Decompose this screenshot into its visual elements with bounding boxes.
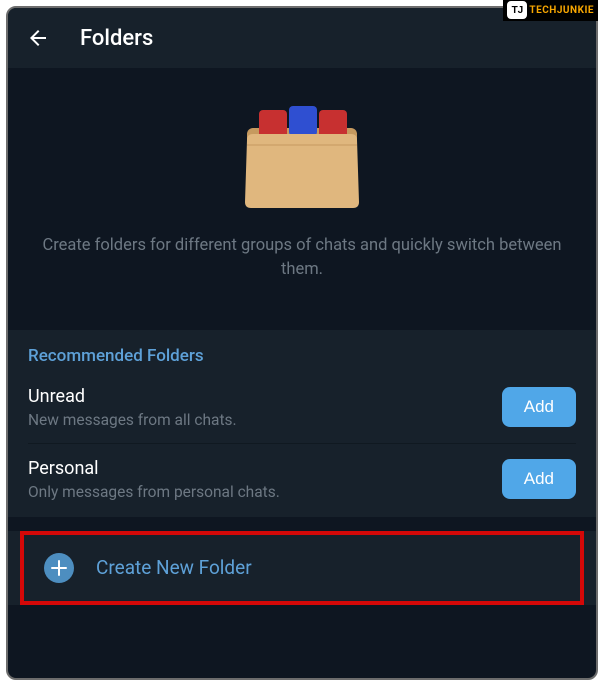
back-button[interactable] — [26, 26, 50, 50]
app-frame: Folders Create folders for different gro… — [6, 6, 598, 680]
arrow-left-icon — [26, 26, 50, 50]
folder-desc: Only messages from personal chats. — [28, 483, 502, 501]
folder-name: Personal — [28, 458, 502, 479]
recommended-section: Recommended Folders Unread New messages … — [8, 330, 596, 517]
recommended-title: Recommended Folders — [28, 346, 576, 366]
folder-desc: New messages from all chats. — [28, 411, 502, 429]
add-button-unread[interactable]: Add — [502, 387, 576, 427]
create-label: Create New Folder — [96, 556, 252, 579]
divider — [8, 316, 596, 330]
create-new-folder-button[interactable]: Create New Folder — [20, 531, 584, 605]
create-section: Create New Folder — [8, 531, 596, 605]
folder-illustration — [38, 100, 566, 210]
page-title: Folders — [80, 26, 153, 51]
folder-info: Personal Only messages from personal cha… — [28, 458, 502, 501]
recommended-item-unread: Unread New messages from all chats. Add — [28, 386, 576, 444]
watermark: TJ TECHJUNKIE — [503, 0, 598, 21]
folder-icon — [237, 100, 367, 210]
watermark-text: TECHJUNKIE — [529, 5, 594, 16]
intro-text: Create folders for different groups of c… — [38, 234, 566, 282]
watermark-logo: TJ — [507, 1, 527, 19]
recommended-item-personal: Personal Only messages from personal cha… — [28, 458, 576, 507]
add-button-personal[interactable]: Add — [502, 459, 576, 499]
intro-section: Create folders for different groups of c… — [8, 68, 596, 316]
plus-icon — [44, 553, 74, 583]
folder-info: Unread New messages from all chats. — [28, 386, 502, 429]
folder-name: Unread — [28, 386, 502, 407]
